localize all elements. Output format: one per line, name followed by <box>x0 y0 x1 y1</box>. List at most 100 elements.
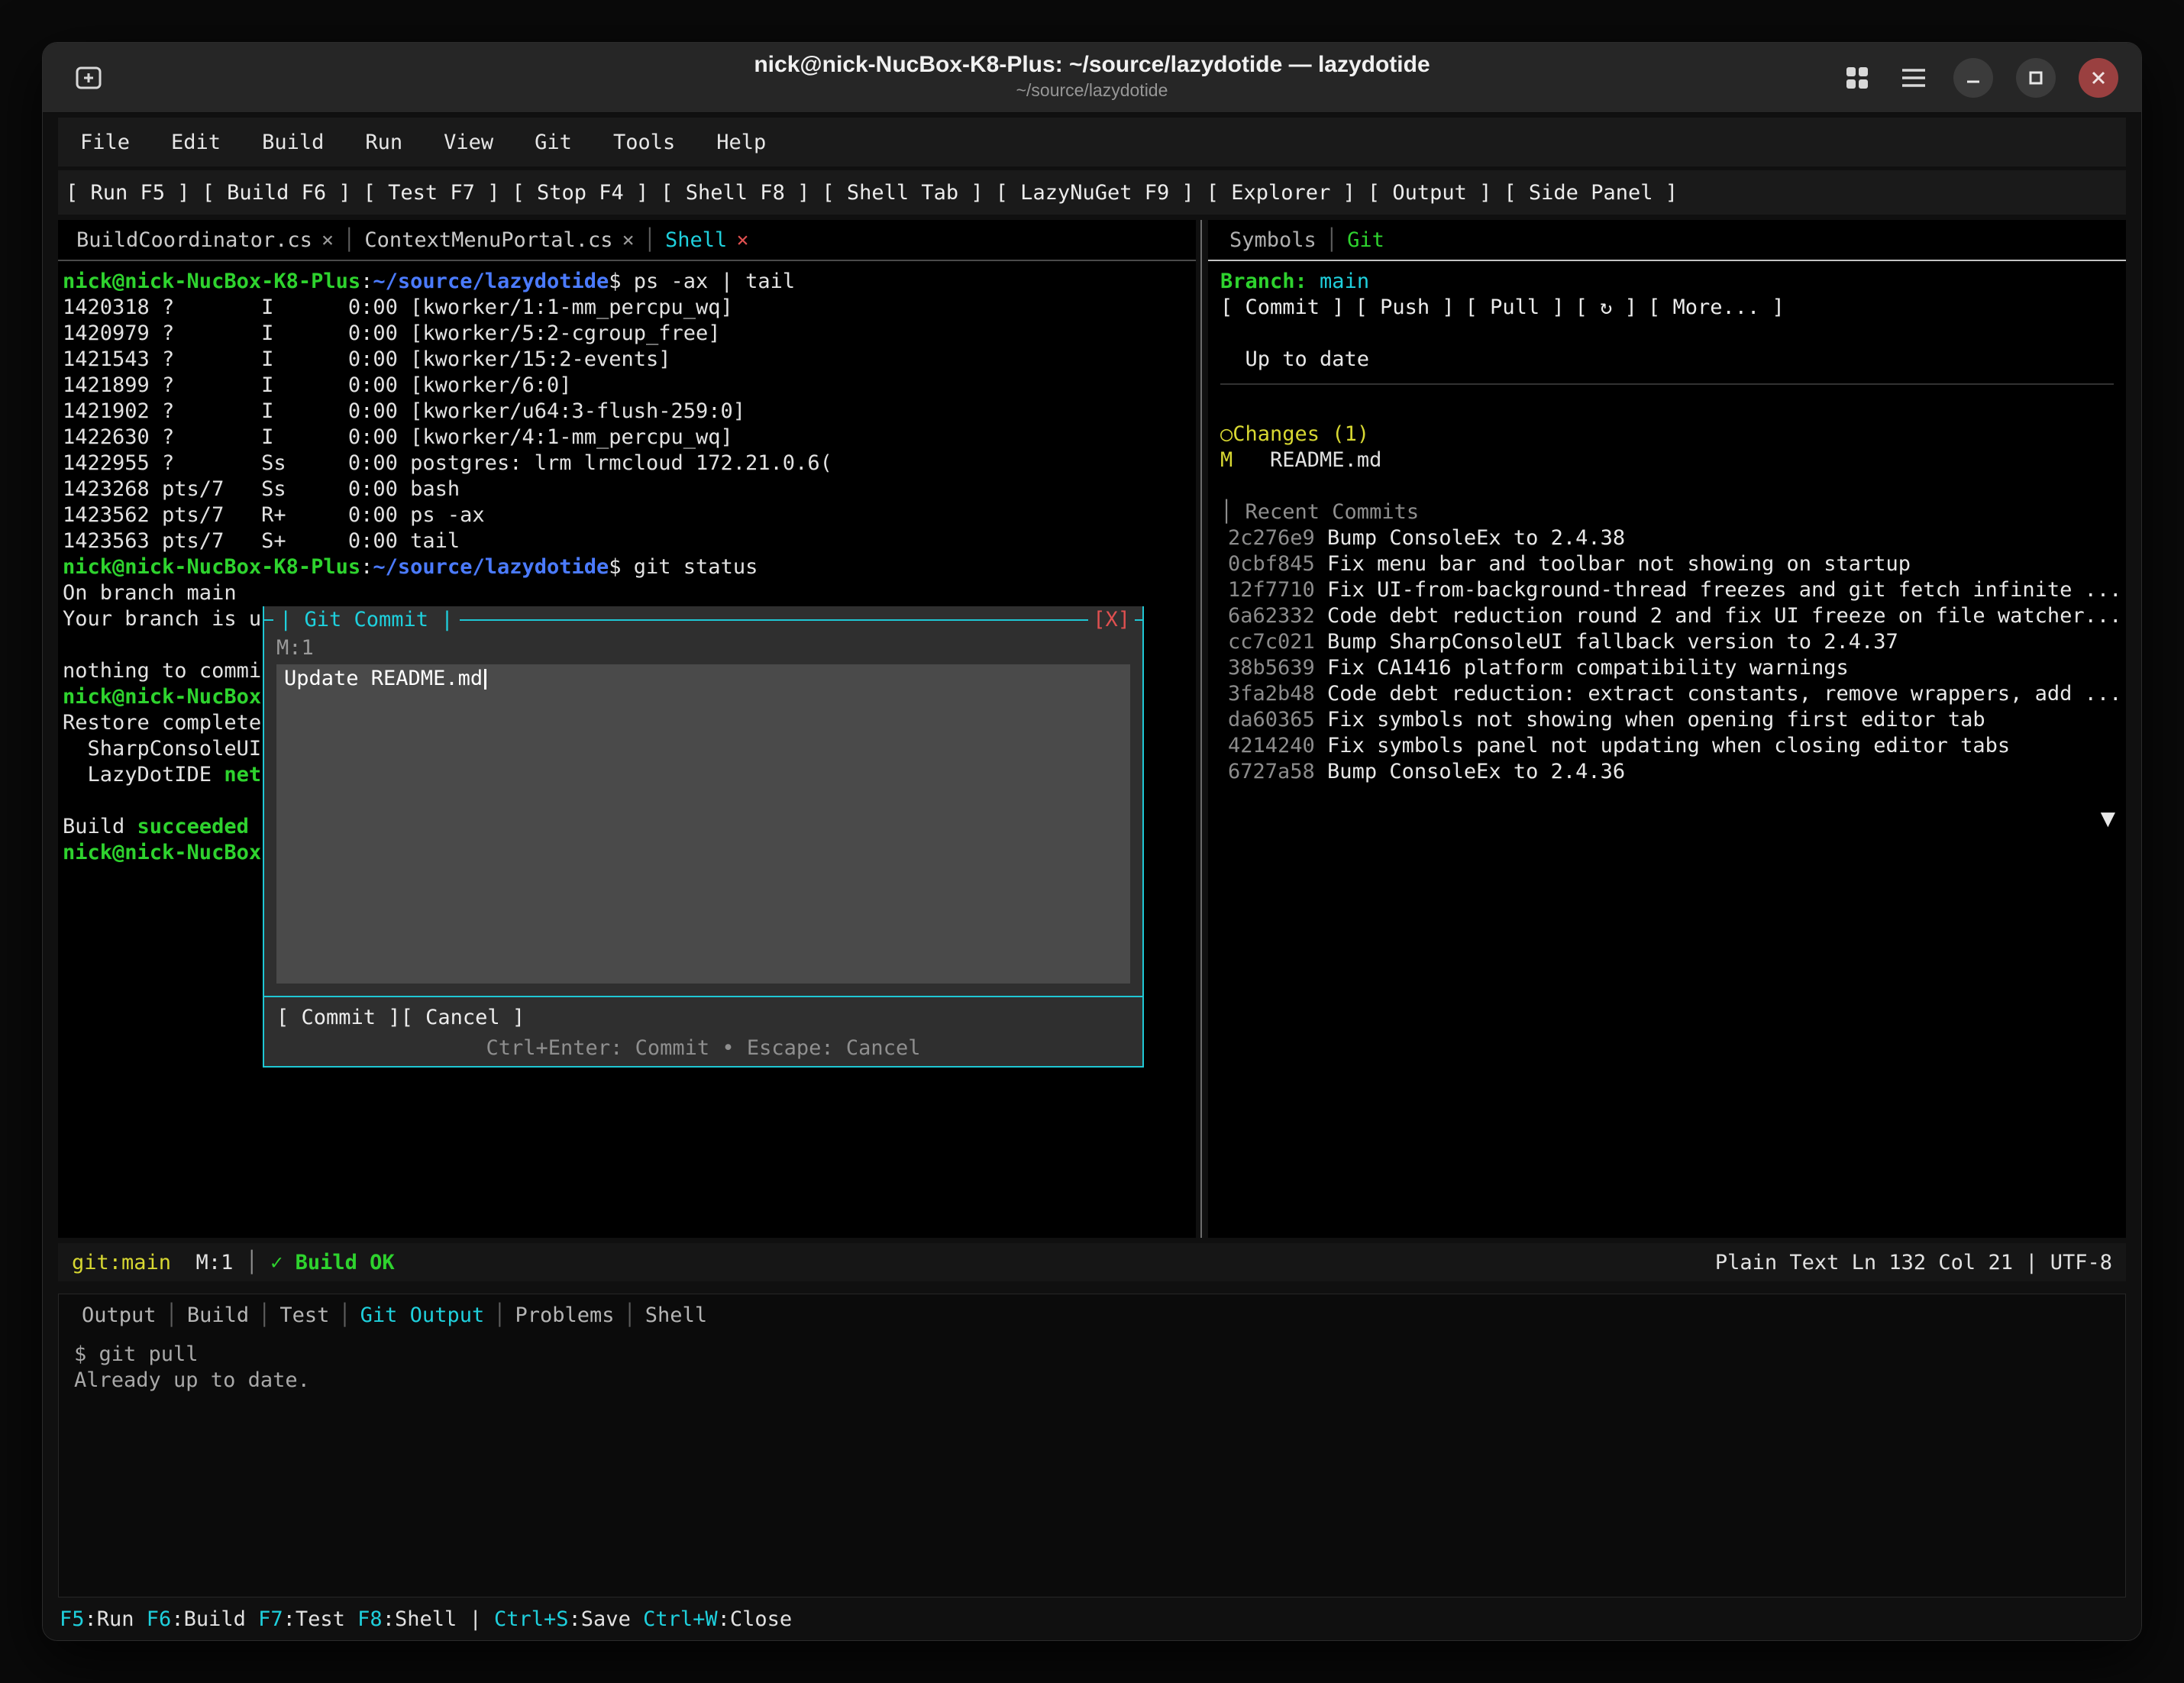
menu-item-git[interactable]: Git <box>514 131 593 154</box>
side-tab-git[interactable]: Git <box>1339 228 1392 252</box>
toolbar-button[interactable]: [ Side Panel ] <box>1504 181 1678 205</box>
toolbar-button[interactable]: [ Run F5 ] <box>66 181 190 205</box>
editor-tab-shell[interactable]: Shell × <box>657 228 757 252</box>
text-segment: ~/source/lazydotide <box>373 270 609 293</box>
text-segment: │ <box>246 1251 271 1274</box>
commit-item[interactable]: 0cbf845 Fix menu bar and toolbar not sho… <box>1220 551 2126 577</box>
commit-hash: 2c276e9 <box>1228 526 1315 550</box>
toolbar-button[interactable]: [ Shell F8 ] <box>661 181 809 205</box>
editor-pane: BuildCoordinator.cs×│ContextMenuPortal.c… <box>58 220 1196 1238</box>
menu-item-build[interactable]: Build <box>241 131 344 154</box>
minimize-button[interactable] <box>1953 58 1993 98</box>
menu-bar: FileEditBuildRunViewGitToolsHelp <box>58 118 2126 166</box>
dialog-hint: Ctrl+Enter: Commit • Escape: Cancel <box>264 1035 1142 1061</box>
commit-button[interactable]: [ Commit ] <box>276 1006 401 1029</box>
bottom-tab-git-output[interactable]: Git Output <box>353 1303 493 1327</box>
git-more-button[interactable]: [ More... ] <box>1648 296 1785 319</box>
terminal-line: 1420318 ? I 0:00 [kworker/1:1-mm_percpu_… <box>63 295 1196 321</box>
bottom-tab-test[interactable]: Test <box>272 1303 337 1327</box>
tab-close-icon[interactable]: × <box>321 228 334 252</box>
hamburger-menu-icon <box>1901 68 1927 88</box>
text-segment: ✓ Build OK <box>270 1251 395 1274</box>
terminal-line: 1421902 ? I 0:00 [kworker/u64:3-flush-25… <box>63 399 1196 425</box>
maximize-button[interactable] <box>2016 58 2056 98</box>
commit-message: Fix menu bar and toolbar not showing on … <box>1315 552 1911 576</box>
text-segment: net <box>224 763 261 787</box>
bottom-tab-problems[interactable]: Problems <box>507 1303 622 1327</box>
commit-item[interactable]: 6a62332 Code debt reduction round 2 and … <box>1220 603 2126 629</box>
bottom-tab-output[interactable]: Output <box>74 1303 164 1327</box>
close-button[interactable] <box>2079 58 2118 98</box>
toolbar-button[interactable]: [ Shell Tab ] <box>822 181 983 205</box>
tab-close-icon[interactable]: × <box>622 228 635 252</box>
commit-item[interactable]: cc7c021 Bump SharpConsoleUI fallback ver… <box>1220 629 2126 655</box>
tab-label: Shell <box>665 228 727 252</box>
status-right: Plain Text Ln 132 Col 21 | UTF-8 <box>1715 1251 2112 1274</box>
bottom-tab-shell[interactable]: Shell <box>638 1303 715 1327</box>
git-sync-status: Up to date <box>1220 347 2126 373</box>
git-push-button[interactable]: [ Push ] <box>1355 296 1455 319</box>
toolbar-button[interactable]: [ Stop F4 ] <box>512 181 648 205</box>
text-segment: nick@nick-NucBox-K8-Plus <box>63 555 360 579</box>
changes-header[interactable]: ○Changes (1) <box>1220 422 2126 447</box>
git-commit-button[interactable]: [ Commit ] <box>1220 296 1345 319</box>
hamburger-menu-button[interactable] <box>1897 61 1930 95</box>
cancel-button[interactable]: [ Cancel ] <box>401 1006 525 1029</box>
toolbar-button[interactable]: [ Output ] <box>1368 181 1492 205</box>
commit-item[interactable]: 12f7710 Fix UI-from-background-thread fr… <box>1220 577 2126 603</box>
output-panel-tabs: Output│Build│Test│Git Output│Problems│Sh… <box>59 1294 2125 1336</box>
changed-file-row[interactable]: M README.md <box>1220 447 2126 473</box>
text-segment: 1420979 ? I 0:00 [kworker/5:2-cgroup_fre… <box>63 321 721 345</box>
maximize-icon <box>2027 69 2044 86</box>
menu-item-help[interactable]: Help <box>696 131 787 154</box>
side-tab-symbols[interactable]: Symbols <box>1222 228 1324 252</box>
commit-item[interactable]: 4214240 Fix symbols panel not updating w… <box>1220 733 2126 759</box>
pane-divider[interactable] <box>1200 220 1202 1238</box>
git-panel: Branch: main [ Commit ][ Push ][ Pull ][… <box>1208 261 2126 1238</box>
main-split: BuildCoordinator.cs×│ContextMenuPortal.c… <box>58 220 2126 1238</box>
text-segment: Restore complete <box>63 711 261 735</box>
tab-close-icon[interactable]: × <box>736 228 748 252</box>
tab-separator: │ <box>622 1303 638 1327</box>
git-pull-button[interactable]: [ Pull ] <box>1465 296 1565 319</box>
tab-overview-button[interactable] <box>1840 61 1874 95</box>
commit-item[interactable]: da60365 Fix symbols not showing when ope… <box>1220 707 2126 733</box>
terminal-line: 1421899 ? I 0:00 [kworker/6:0] <box>63 373 1196 399</box>
text-segment: : <box>360 555 373 579</box>
toolbar-button[interactable]: [ Explorer ] <box>1207 181 1355 205</box>
recent-commits-list: 2c276e9 Bump ConsoleEx to 2.4.380cbf845 … <box>1220 525 2126 785</box>
text-segment: 1421899 ? I 0:00 [kworker/6:0] <box>63 373 571 397</box>
commit-item[interactable]: 3fa2b48 Code debt reduction: extract con… <box>1220 681 2126 707</box>
commit-message: Fix UI-from-background-thread freezes an… <box>1315 578 2122 602</box>
commit-message-input[interactable]: Update README.md <box>276 664 1130 984</box>
text-segment: 1420318 ? I 0:00 [kworker/1:1-mm_percpu_… <box>63 296 733 319</box>
commit-message: Bump ConsoleEx to 2.4.38 <box>1315 526 1625 550</box>
text-segment: 1422955 ? Ss 0:00 postgres: lrm lrmcloud… <box>63 451 832 475</box>
text-segment: 1423268 pts/7 Ss 0:00 bash <box>63 477 460 501</box>
text-segment: :Close <box>718 1607 793 1631</box>
dialog-close-button[interactable]: [X] <box>1088 607 1135 633</box>
text-segment: succeeded <box>137 815 249 838</box>
new-terminal-button[interactable] <box>72 61 105 95</box>
toolbar-button[interactable]: [ Test F7 ] <box>363 181 500 205</box>
git-refresh-button[interactable]: [ ↻ ] <box>1575 296 1637 319</box>
bottom-tab-build[interactable]: Build <box>179 1303 257 1327</box>
menu-item-view[interactable]: View <box>423 131 514 154</box>
tab-separator: │ <box>341 228 357 252</box>
menu-item-file[interactable]: File <box>60 131 150 154</box>
commit-item[interactable]: 38b5639 Fix CA1416 platform compatibilit… <box>1220 655 2126 681</box>
tab-separator: │ <box>642 228 657 252</box>
toolbar-button[interactable]: [ Build F6 ] <box>202 181 351 205</box>
output-panel-content[interactable]: $ git pullAlready up to date. <box>59 1336 2125 1597</box>
editor-tab-buildcoordinator-cs[interactable]: BuildCoordinator.cs× <box>69 228 341 252</box>
menu-item-edit[interactable]: Edit <box>150 131 241 154</box>
menu-item-tools[interactable]: Tools <box>593 131 696 154</box>
terminal-pane[interactable]: nick@nick-NucBox-K8-Plus: ~/source/lazydo… <box>58 261 1196 1238</box>
toolbar-button[interactable]: [ LazyNuGet F9 ] <box>996 181 1194 205</box>
terminal-line: nick@nick-NucBox-K8-Plus:~/source/lazydo… <box>63 554 1196 580</box>
commit-item[interactable]: 2c276e9 Bump ConsoleEx to 2.4.38 <box>1220 525 2126 551</box>
editor-tab-contextmenuportal-cs[interactable]: ContextMenuPortal.cs× <box>357 228 641 252</box>
commit-item[interactable]: 6727a58 Bump ConsoleEx to 2.4.36 <box>1220 759 2126 785</box>
menu-item-run[interactable]: Run <box>344 131 423 154</box>
scroll-down-icon[interactable]: ▼ <box>2101 805 2115 831</box>
